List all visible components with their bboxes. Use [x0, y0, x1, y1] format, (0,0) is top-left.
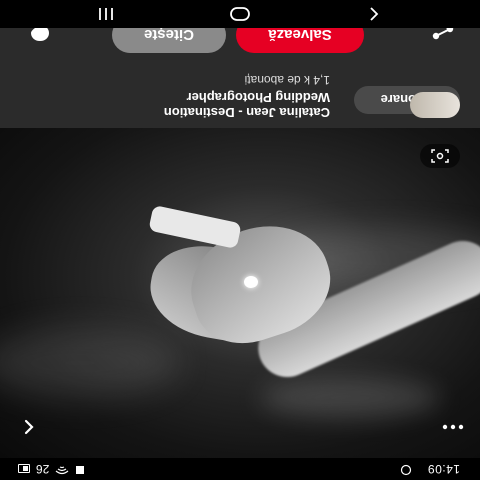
- status-time: 14:09: [427, 462, 460, 476]
- creator-row: Abonare Catalina Jean - Destination Wedd…: [0, 68, 480, 128]
- visual-search-icon[interactable]: [420, 144, 460, 168]
- creator-name-line2: Wedding Photographer: [186, 90, 330, 105]
- status-right-icons: 26: [18, 462, 85, 476]
- photo-sleeve: [148, 204, 242, 250]
- chevron-left-icon[interactable]: [12, 410, 46, 444]
- avatar[interactable]: [410, 92, 460, 118]
- photo-bokeh: [260, 378, 440, 418]
- creator-name-line1: Catalina Jean - Destination: [163, 105, 330, 120]
- battery-icon: [18, 464, 30, 474]
- photo-bokeh: [0, 328, 180, 398]
- pin-image[interactable]: [0, 128, 480, 458]
- notification-icon: [75, 462, 85, 476]
- creator-info[interactable]: Catalina Jean - Destination Wedding Phot…: [160, 72, 330, 120]
- navigation-bar: [0, 0, 480, 28]
- more-dots-icon[interactable]: [436, 410, 470, 444]
- whatsapp-icon: [400, 461, 412, 476]
- creator-followers: 1,4 k de abonați: [244, 73, 330, 87]
- wifi-icon: [55, 462, 69, 476]
- status-bar: 14:09 26: [0, 458, 480, 480]
- screen: 14:09 26 Abonare Catalina Jean - Destina…: [0, 0, 480, 480]
- nav-home-icon[interactable]: [226, 4, 254, 24]
- photo-ring: [244, 276, 258, 288]
- signal-strength-label: 26: [36, 462, 50, 476]
- nav-recents-icon[interactable]: [92, 4, 120, 24]
- nav-back-icon[interactable]: [360, 4, 388, 24]
